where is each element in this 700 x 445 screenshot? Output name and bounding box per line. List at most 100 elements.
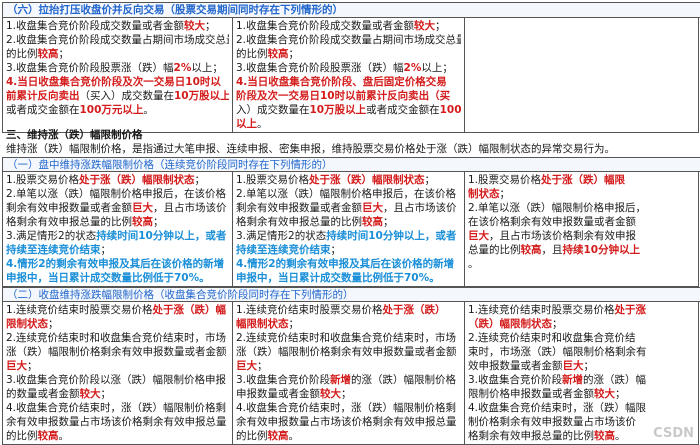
text-segment: 2.收盘集合竞价阶段成交数量占期间市场成交总量	[6, 34, 229, 46]
text-segment: ；	[153, 216, 164, 228]
watermark: CSDN	[653, 426, 694, 441]
text-segment: 2.连续竞价结束时和收盘集合竞价结束时，市场	[6, 332, 227, 344]
text-segment: ；	[288, 318, 300, 330]
text-segment: 。	[58, 430, 70, 442]
text-segment: 较高	[267, 48, 289, 60]
text-segment: 持续时间10分钟以上，或者	[326, 230, 457, 242]
criterion-line: 涨（跌）幅限制价格剩余有效申报数量或者金额	[236, 345, 461, 359]
text-segment: 4.情形2的剩余有效申报及其后在该价格的新增	[236, 258, 455, 270]
text-segment: 4.收盘集合竞价结束时，涨（跌）幅限制价格剩	[6, 402, 227, 414]
text-segment: 2.连续竞价结束时和收盘集合竞价结	[468, 332, 636, 344]
criterion-line: 2.单笔以涨（跌）幅限制价格申报后，在该价格	[236, 187, 461, 201]
text-segment: ；	[552, 318, 563, 330]
text-segment: 格剩余有效申报总量的比例	[468, 430, 594, 442]
text-segment: 制状态	[468, 188, 500, 200]
criterion-line: 2.收盘集合竞价阶段成交数量占期间市场成交总量	[236, 33, 461, 47]
text-segment: 2%	[403, 62, 422, 74]
text-segment: ；	[288, 48, 300, 60]
text-segment: 累计反向卖出	[16, 90, 80, 102]
text-segment: ；	[205, 20, 216, 32]
text-segment: 2.单笔以涨（跌）幅限制价格申报后，	[468, 202, 647, 214]
criterion-line: 在该价格剩余有效申报数量或者金额	[468, 215, 695, 229]
text-segment: 处于涨（跌）幅	[152, 304, 227, 316]
criterion-line: 前累计反向卖出（买入）成交数量在10万股以上	[6, 89, 229, 103]
text-segment: ；	[383, 216, 394, 228]
text-segment: 较大	[79, 388, 101, 400]
criterion-line: 的数量或者金额较大；	[6, 387, 229, 401]
section-6-header: （六）拉抬打压收盘价并反向交易（股票交易期间同时存在下列情形的）	[2, 2, 700, 18]
text-segment: 余有效申报数量占市场该价格剩余有效申报总量	[6, 416, 227, 428]
criterion-line: 总量的比例较高，且持续10分钟以上	[468, 243, 695, 257]
criterion-line: （跌）幅限制状态；	[468, 317, 695, 331]
text-segment: 巨大	[468, 230, 489, 242]
text-segment: 处于涨（跌）幅限制状态	[309, 174, 425, 186]
criterion-line: 巨大，且占市场该价格剩余有效申报	[468, 229, 695, 243]
criterion-line: 1.连续竞价结束时股票交易价格处于涨（跌）幅	[6, 303, 229, 317]
text-segment: 10万股以上	[309, 104, 367, 116]
text-segment: 3.满足情形2的状态	[236, 230, 327, 242]
text-segment: ；	[330, 244, 342, 256]
text-segment: 4.收盘集合竞价结束时，涨（跌）幅限	[468, 402, 647, 414]
section-6-col-1: 1.收盘集合竞价阶段成交数量或者金额较大； 2.收盘集合竞价阶段成交数量占期间市场…	[2, 17, 233, 133]
text-segment: 束时，市场涨（跌）幅限制价格剩余有	[468, 346, 647, 358]
text-segment: 在该价格剩余有效申报数量或者金额	[468, 216, 636, 228]
criterion-line: 持续至连续竞价结束；	[6, 243, 229, 257]
section-3-title: 三、维持涨（跌）幅限制价格	[6, 129, 143, 141]
text-segment: 。	[468, 258, 479, 270]
text-segment: （跌）幅限制状态	[468, 318, 552, 330]
text-segment: 剩余有效申报数量或者金额	[236, 202, 362, 214]
section-3-description: 维持涨（跌）幅限制价格，是指通过大笔申报、连续申报、密集申报，维持股票交易价格处…	[6, 143, 615, 155]
text-segment: 前	[6, 90, 17, 102]
text-segment: ；	[100, 388, 112, 400]
text-segment: 余有效申报数量占市场该价格剩余有效申报总量	[236, 416, 457, 428]
text-segment: 申报中，当日累计成交数量比例低于70%。	[6, 272, 210, 284]
subsection-2-col-1: 1.连续竞价结束时股票交易价格处于涨（跌）幅 限制状态； 2.连续竞价结束时和收盘集…	[2, 301, 233, 445]
criterion-line: 格剩余有效申报总量的比例较高；	[236, 215, 461, 229]
criterion-line: 的比例较高。	[236, 429, 461, 443]
text-segment: 4.当日收盘集合竞价阶段	[236, 76, 353, 88]
text-segment: 涨（跌）幅限制价格剩余有效申报数量或者金额	[236, 346, 457, 358]
text-segment: 1.股票交易价格	[6, 174, 80, 186]
criterion-line: 4.当日收盘集合竞价阶段及次一交易日10时以	[6, 75, 229, 89]
text-segment: 3.满足情形2的状态	[6, 230, 97, 242]
text-segment: 3.收盘集合竞价阶段	[468, 374, 563, 386]
criterion-line: 1.连续竞价结束时股票交易价格处于涨	[468, 303, 695, 317]
criterion-line: 1.收盘集合竞价阶段成交数量或者金额较大；	[236, 19, 461, 33]
criterion-line: 4.情形2的剩余有效申报及其后在该价格的新增	[236, 257, 461, 271]
text-segment: 限制价格申报数量或者金额	[468, 388, 594, 400]
text-segment: 较高	[37, 430, 59, 442]
criterion-line: 阶段及次一交易日10时以前累计反向卖出（买	[236, 89, 461, 103]
criterion-line: 的比例较高；	[236, 47, 461, 61]
subsection-1-col-3: 1.股票交易价格处于涨（跌）幅限 制状态； 2.单笔以涨（跌）幅限制价格申报后， 在该…	[464, 171, 699, 287]
text-segment: 2.单笔以涨（跌）幅限制价格申报后，在该价格	[236, 188, 457, 200]
text-segment: ；	[499, 188, 511, 200]
criterion-line: 申报中，当日累计成交数量比例低于70%。	[6, 271, 229, 285]
criterion-line: 入）成交数量在10万股以上或者成交金额在100万元	[236, 103, 461, 117]
text-segment: 涨（跌）幅限制价格剩余有效申报数量或者金额	[6, 346, 227, 358]
criterion-line: 2.连续竞价结束时和收盘集合竞价结	[468, 331, 695, 345]
text-segment: 较大	[320, 388, 341, 400]
text-segment: 累计反向卖出（买	[366, 90, 451, 102]
text-segment: 巨大	[6, 360, 27, 372]
text-segment: 较大	[414, 20, 436, 32]
text-segment: ，且占市场该价格剩余有效申报	[489, 230, 636, 242]
text-segment: ；	[48, 318, 59, 330]
text-segment: 较高	[362, 216, 383, 228]
text-segment: ；	[615, 388, 626, 400]
text-segment: 100万元以上	[79, 104, 144, 116]
text-segment: 剩余有效申报数量或者金额	[6, 202, 132, 214]
text-segment: 较高	[132, 216, 153, 228]
text-segment: 巨大	[132, 202, 153, 214]
criterion-line: 巨大；	[236, 359, 461, 373]
text-segment: 申报中，当日累计成交数量比例低于70%。	[236, 272, 440, 284]
text-segment: ，且	[541, 244, 563, 256]
text-segment: 制价格剩余有效申报数量占市场该价	[468, 416, 636, 428]
text-segment: 2%	[173, 62, 192, 74]
text-segment: ；	[257, 360, 268, 372]
text-segment: 较大	[184, 20, 206, 32]
criterion-line: 2.收盘集合竞价阶段成交数量占期间市场成交总量	[6, 33, 229, 47]
subsection-2-table: 1.连续竞价结束时股票交易价格处于涨（跌）幅 限制状态； 2.连续竞价结束时和收盘集…	[2, 301, 699, 445]
criterion-line: 3.满足情形2的状态持续时间10分钟以上，或者	[236, 229, 461, 243]
criterion-line: 4.情形2的剩余有效申报及其后在该价格的新增	[6, 257, 229, 271]
text-segment: 巨大	[562, 360, 584, 372]
